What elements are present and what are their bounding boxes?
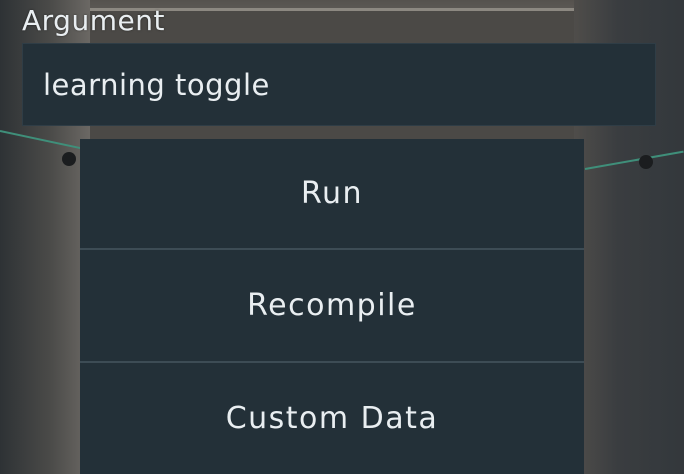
- argument-label: Argument: [22, 4, 165, 37]
- recompile-button[interactable]: Recompile: [80, 250, 584, 363]
- argument-field[interactable]: learning toggle: [22, 43, 656, 126]
- custom-data-button[interactable]: Custom Data: [80, 363, 584, 474]
- action-menu: Run Recompile Custom Data: [80, 139, 584, 474]
- run-button[interactable]: Run: [80, 139, 584, 250]
- background-bolt-right: [639, 155, 653, 169]
- argument-value: learning toggle: [43, 67, 270, 102]
- background-bolt-left: [62, 152, 76, 166]
- custom-data-button-label: Custom Data: [225, 401, 439, 436]
- recompile-button-label: Recompile: [247, 288, 417, 323]
- run-button-label: Run: [300, 176, 364, 211]
